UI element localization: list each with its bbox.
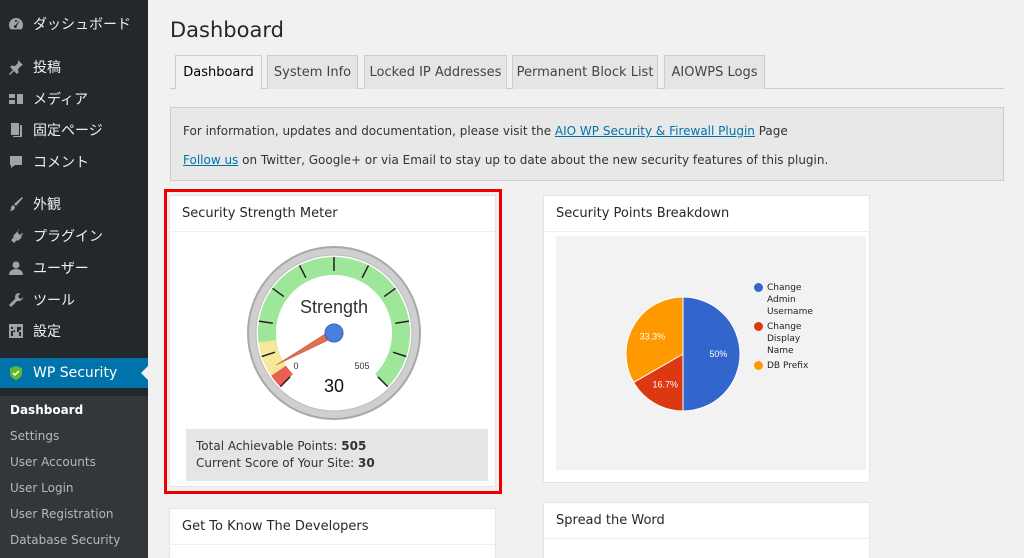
sidebar-item-label: 外観 [33, 197, 61, 213]
follow-us-link[interactable]: Follow us [183, 153, 238, 167]
shield-icon [7, 364, 25, 382]
sidebar-item-dashboard[interactable]: ダッシュボード [0, 9, 148, 39]
brush-icon [7, 195, 25, 213]
submenu-user-login[interactable]: User Login [10, 478, 74, 498]
spread-box-title: Spread the Word [544, 503, 869, 539]
submenu-database-security[interactable]: Database Security [10, 530, 120, 550]
pin-icon [7, 58, 25, 76]
page-title: Dashboard [170, 18, 284, 42]
meter-highlight-frame [164, 189, 502, 494]
nav-tabs: Dashboard System Info Locked IP Addresse… [170, 55, 1004, 90]
legend-item: DB Prefix [754, 360, 809, 372]
tab-locked-ip-addresses[interactable]: Locked IP Addresses [364, 55, 507, 89]
pie-chart-area: 50% 16.7% 33.3% Change Admin Username Change D… [556, 236, 866, 470]
legend-label: Change [767, 322, 802, 332]
sidebar-item-label: 固定ページ [33, 123, 103, 139]
sidebar-item-label: メディア [33, 92, 89, 108]
breakdown-box-title: Security Points Breakdown [544, 196, 869, 232]
media-icon [7, 90, 25, 108]
sidebar-item-wp-security[interactable]: WP Security [0, 358, 148, 388]
sidebar-item-comments[interactable]: コメント [0, 147, 148, 177]
admin-sidebar: ダッシュボード 投稿 メディア 固定ページ コメント 外観 プラグイン ユーザー… [0, 0, 148, 558]
sidebar-item-label: 設定 [33, 324, 61, 340]
legend-swatch [754, 283, 763, 292]
sidebar-item-label: コメント [33, 155, 89, 171]
legend-label: Display [767, 334, 801, 344]
pages-icon [7, 121, 25, 139]
info-line-documentation: For information, updates and documentati… [183, 124, 788, 138]
sidebar-item-tools[interactable]: ツール [0, 285, 148, 315]
sidebar-item-settings[interactable]: 設定 [0, 316, 148, 346]
submenu-settings[interactable]: Settings [10, 426, 59, 446]
submenu-dashboard[interactable]: Dashboard [10, 400, 83, 420]
plugin-page-link[interactable]: AIO WP Security & Firewall Plugin [555, 124, 755, 138]
user-icon [7, 259, 25, 277]
sidebar-item-label: ダッシュボード [33, 17, 131, 33]
sidebar-item-label: プラグイン [33, 229, 103, 245]
legend-label: Username [767, 307, 813, 317]
spread-the-word-box: Spread the Word [543, 502, 870, 558]
security-points-breakdown-box: Security Points Breakdown 50% 16.7% 33.3% … [543, 195, 870, 483]
comment-icon [7, 153, 25, 171]
tab-aiowps-logs[interactable]: AIOWPS Logs [664, 55, 765, 89]
developers-box: Get To Know The Developers [169, 508, 496, 558]
settings-icon [7, 322, 25, 340]
sidebar-item-media[interactable]: メディア [0, 84, 148, 114]
tab-dashboard[interactable]: Dashboard [175, 55, 262, 90]
submenu-user-accounts[interactable]: User Accounts [10, 452, 96, 472]
developers-box-title: Get To Know The Developers [170, 509, 495, 545]
legend-item: Change Display Name [754, 321, 802, 357]
sidebar-item-label: 投稿 [33, 60, 61, 76]
legend-label: Change [767, 283, 802, 293]
info-line-follow: Follow us on Twitter, Google+ or via Ema… [183, 153, 829, 167]
sidebar-item-posts[interactable]: 投稿 [0, 52, 148, 82]
tab-system-info[interactable]: System Info [267, 55, 358, 89]
legend-item: Change Admin Username [754, 282, 813, 318]
sidebar-item-plugins[interactable]: プラグイン [0, 221, 148, 251]
plugin-icon [7, 227, 25, 245]
wp-security-submenu: Dashboard Settings User Accounts User Lo… [0, 396, 148, 558]
sidebar-item-label: ユーザー [33, 261, 89, 277]
sidebar-item-pages[interactable]: 固定ページ [0, 115, 148, 145]
sidebar-item-label: ツール [33, 293, 75, 309]
legend-swatch [754, 361, 763, 370]
submenu-user-registration[interactable]: User Registration [10, 504, 114, 524]
legend-label: Admin [767, 295, 796, 305]
legend-label: Name [767, 346, 794, 356]
wrench-icon [7, 291, 25, 309]
info-notice: For information, updates and documentati… [170, 107, 1004, 181]
sidebar-item-appearance[interactable]: 外観 [0, 189, 148, 219]
legend-label: DB Prefix [767, 361, 809, 371]
pie-legend: Change Admin Username Change Display Name DB P… [556, 236, 866, 470]
sidebar-item-label: WP Security [33, 365, 118, 381]
dashboard-icon [7, 15, 25, 33]
tab-permanent-block-list[interactable]: Permanent Block List [512, 55, 658, 89]
sidebar-item-users[interactable]: ユーザー [0, 253, 148, 283]
legend-swatch [754, 322, 763, 331]
